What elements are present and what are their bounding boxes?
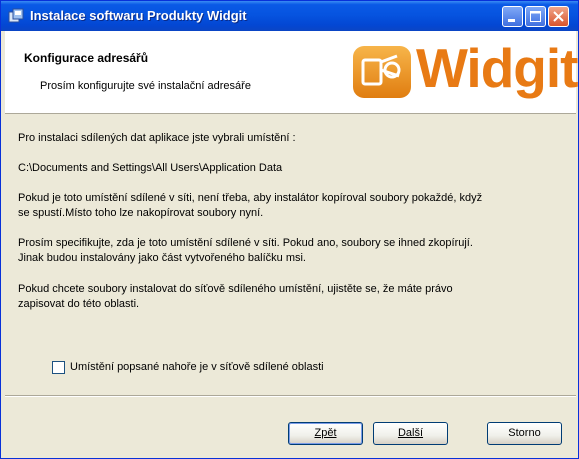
page-title: Konfigurace adresářů: [24, 51, 149, 65]
title-bar[interactable]: Instalace softwaru Produkty Widgit: [1, 1, 578, 31]
widgit-logo: Widgit: [353, 37, 578, 100]
close-icon: [553, 11, 564, 22]
maximize-icon: [530, 11, 541, 22]
close-button[interactable]: [548, 6, 569, 27]
installer-icon: [8, 8, 24, 23]
back-button-label: Zpět: [314, 427, 337, 439]
permission-text-line2: zapisovat do této oblasti.: [18, 298, 140, 310]
minimize-icon: [508, 19, 515, 22]
specify-text-line1: Prosím specifikujte, zda je toto umístěn…: [18, 237, 473, 249]
back-button[interactable]: Zpět: [288, 422, 363, 445]
install-path: C:\Documents and Settings\All Users\Appl…: [18, 162, 283, 174]
window-title: Instalace softwaru Produkty Widgit: [30, 8, 247, 23]
header-panel: Konfigurace adresářů Prosím konfigurujte…: [5, 31, 578, 114]
network-share-checkbox[interactable]: [52, 361, 65, 374]
specify-text-line2: Jinak budou instalovány jako část vytvoř…: [18, 252, 306, 264]
next-button-label: Další: [397, 427, 424, 439]
cancel-button-label: Storno: [508, 427, 541, 439]
network-share-label[interactable]: Umístění popsané nahoře je v síťově sdíl…: [70, 361, 324, 373]
info-text-line2: se spustí.Místo toho lze nakopírovat sou…: [18, 207, 264, 219]
intro-text: Pro instalaci sdílených dat aplikace jst…: [18, 132, 296, 144]
maximize-button[interactable]: [525, 6, 546, 27]
next-button[interactable]: Další: [373, 422, 448, 445]
page-subtitle: Prosím konfigurujte své instalační adres…: [40, 80, 251, 92]
minimize-button[interactable]: [502, 6, 523, 27]
widgit-logo-icon: [353, 46, 411, 98]
footer-divider: [5, 395, 576, 397]
cancel-button[interactable]: Storno: [487, 422, 562, 445]
permission-text-line1: Pokud chcete soubory instalovat do síťov…: [18, 283, 453, 295]
installer-window: Instalace softwaru Produkty Widgit Konfi…: [0, 0, 579, 459]
info-text-line1: Pokud je toto umístění sdílené v síti, n…: [18, 192, 483, 204]
widgit-logo-text: Widgit: [416, 37, 578, 99]
